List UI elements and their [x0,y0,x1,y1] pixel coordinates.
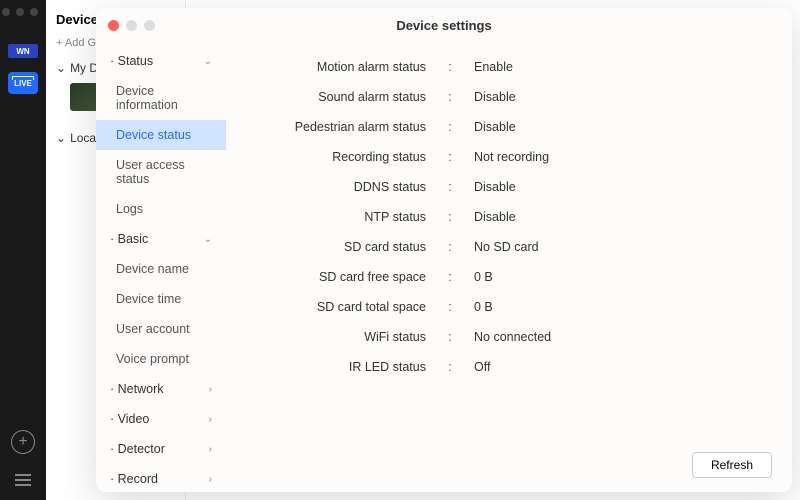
status-value: 0 B [460,270,768,284]
status-row: NTP status:Disable [250,210,768,224]
status-row: Pedestrian alarm status:Disable [250,120,768,134]
nav-section-detector[interactable]: Detector› [96,434,226,464]
refresh-button[interactable]: Refresh [692,452,772,478]
close-dot-app[interactable] [2,8,10,16]
status-row: Recording status:Not recording [250,150,768,164]
status-value: No connected [460,330,768,344]
nav-section-record[interactable]: Record› [96,464,226,492]
chevron-right-icon: › [209,444,212,455]
nav-section-status[interactable]: Status⌄ [96,46,226,76]
settings-nav: Status⌄ Device information Device status… [96,42,226,492]
chevron-down-icon: ⌄ [204,56,212,67]
status-value: No SD card [460,240,768,254]
chevron-down-icon: ⌄ [56,131,66,145]
status-value: Disable [460,90,768,104]
nav-section-basic[interactable]: Basic⌄ [96,224,226,254]
status-row: WiFi status:No connected [250,330,768,344]
status-colon: : [440,150,460,164]
status-colon: : [440,360,460,374]
nav-item-device-time[interactable]: Device time [96,284,226,314]
nav-section-video[interactable]: Video› [96,404,226,434]
chevron-down-icon: ⌄ [204,234,212,245]
status-label: IR LED status [250,360,440,374]
device-settings-modal: Device settings Status⌄ Device informati… [96,8,792,492]
status-row: Sound alarm status:Disable [250,90,768,104]
nav-section-network[interactable]: Network› [96,374,226,404]
status-row: Motion alarm status:Enable [250,60,768,74]
add-button[interactable]: + [11,430,35,454]
chevron-right-icon: › [209,414,212,425]
status-label: DDNS status [250,180,440,194]
nav-item-user-access-status[interactable]: User access status [96,150,226,194]
nav-item-voice-prompt[interactable]: Voice prompt [96,344,226,374]
status-row: SD card total space:0 B [250,300,768,314]
app-sidebar: WN LIVE + [0,0,46,500]
app-logo[interactable]: WN [8,44,38,58]
status-label: SD card total space [250,300,440,314]
nav-item-user-account[interactable]: User account [96,314,226,344]
menu-icon[interactable] [15,474,31,486]
nav-item-device-status[interactable]: Device status [96,120,226,150]
nav-item-logs[interactable]: Logs [96,194,226,224]
status-value: Not recording [460,150,768,164]
status-colon: : [440,180,460,194]
chevron-down-icon: ⌄ [56,61,66,75]
modal-window-controls [108,20,155,31]
status-value: Enable [460,60,768,74]
status-row: IR LED status:Off [250,360,768,374]
live-tab-icon[interactable]: LIVE [8,72,38,94]
status-colon: : [440,210,460,224]
status-colon: : [440,60,460,74]
status-colon: : [440,300,460,314]
status-label: SD card free space [250,270,440,284]
status-label: SD card status [250,240,440,254]
status-value: Off [460,360,768,374]
status-value: Disable [460,120,768,134]
chevron-right-icon: › [209,474,212,485]
status-label: Sound alarm status [250,90,440,104]
status-label: NTP status [250,210,440,224]
status-label: Motion alarm status [250,60,440,74]
chevron-right-icon: › [209,384,212,395]
status-row: DDNS status:Disable [250,180,768,194]
app-window-controls [2,8,38,16]
modal-close-icon[interactable] [108,20,119,31]
status-row: SD card status:No SD card [250,240,768,254]
modal-title: Device settings [96,18,792,33]
status-colon: : [440,240,460,254]
status-colon: : [440,270,460,284]
status-row: SD card free space:0 B [250,270,768,284]
status-colon: : [440,90,460,104]
nav-item-device-name[interactable]: Device name [96,254,226,284]
zoom-dot-app[interactable] [30,8,38,16]
status-value: Disable [460,180,768,194]
status-value: Disable [460,210,768,224]
modal-body: Status⌄ Device information Device status… [96,42,792,492]
modal-header: Device settings [96,8,792,42]
status-content: Motion alarm status:EnableSound alarm st… [226,42,792,492]
status-label: Recording status [250,150,440,164]
minimize-dot-app[interactable] [16,8,24,16]
status-colon: : [440,330,460,344]
modal-minimize-icon[interactable] [126,20,137,31]
modal-zoom-icon[interactable] [144,20,155,31]
status-label: Pedestrian alarm status [250,120,440,134]
status-value: 0 B [460,300,768,314]
status-label: WiFi status [250,330,440,344]
nav-item-device-information[interactable]: Device information [96,76,226,120]
status-colon: : [440,120,460,134]
